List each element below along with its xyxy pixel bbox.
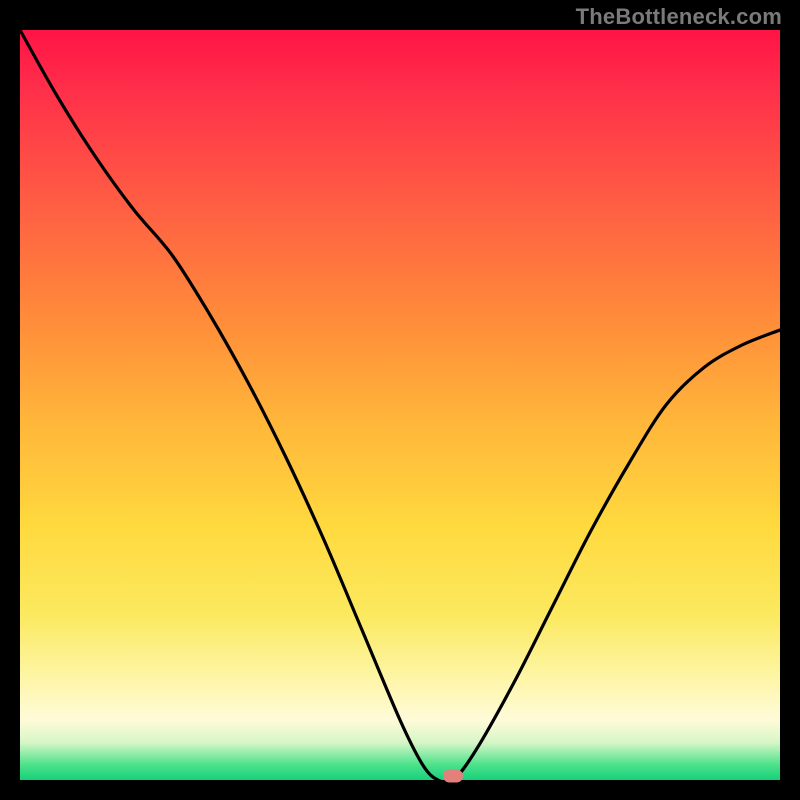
bottleneck-curve <box>20 30 780 780</box>
optimal-marker <box>443 770 463 783</box>
chart-canvas: TheBottleneck.com <box>0 0 800 800</box>
watermark: TheBottleneck.com <box>576 4 782 30</box>
plot-area <box>20 30 780 780</box>
